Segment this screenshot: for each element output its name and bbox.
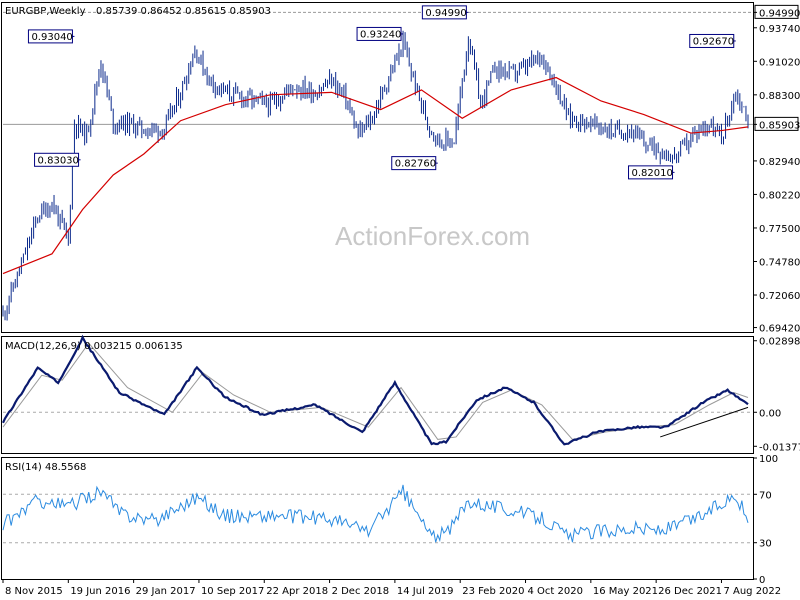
annotation-label: 0.83030 (38, 155, 79, 166)
price-tick-label: 0.77500 (759, 224, 800, 235)
price-tick-label: 0.80220 (759, 190, 800, 201)
x-tick-label: 14 Jul 2019 (397, 586, 454, 597)
macd-tick-label: -0.013779 (759, 442, 800, 453)
rsi-tick-label: 0 (759, 575, 765, 586)
annotation-label: 0.93240 (360, 29, 401, 40)
annotation-label: 0.94990 (425, 8, 466, 19)
rsi-tick-label: 100 (759, 454, 778, 465)
macd-tick-label: 0.00 (759, 408, 781, 419)
price-tick-label: 0.72060 (759, 291, 800, 302)
x-tick-label: 8 Nov 2015 (5, 586, 63, 597)
symbol-label: EURGBP,Weekly (5, 6, 86, 17)
x-tick-label: 4 Oct 2020 (528, 586, 583, 597)
annotation-label: 0.82010 (632, 168, 673, 179)
x-tick-label: 29 Jan 2017 (136, 586, 196, 597)
x-tick-label: 22 Apr 2018 (266, 586, 328, 597)
price-tick-label: 0.85903 (759, 120, 800, 131)
price-tick-label: 0.93740 (759, 24, 800, 35)
x-tick-label: 26 Dec 2021 (658, 586, 722, 597)
annotation-label: 0.92670 (693, 36, 734, 47)
macd-tick-label: 0.028988 (759, 337, 800, 348)
macd-label: MACD(12,26,9) 0.003215 0.006135 (5, 341, 183, 352)
chart-window: ActionForex.com 0.93040 0.83030 0.93240 0.8… (0, 0, 800, 600)
forex-chart: ActionForex.com 0.93040 0.83030 0.93240 0.8… (1, 2, 800, 597)
price-tick-label: 0.69420 (759, 324, 800, 335)
rsi-tick-label: 30 (759, 539, 772, 550)
rsi-panel (1, 457, 754, 580)
rsi-label: RSI(14) 48.5568 (5, 462, 86, 473)
price-tick-label: 0.91020 (759, 57, 800, 68)
price-tick-label: 0.88300 (759, 91, 800, 102)
annotation-label: 0.93040 (31, 32, 72, 43)
price-tick-label: 0.82940 (759, 157, 800, 168)
x-tick-label: 10 Sep 2017 (201, 586, 264, 597)
x-tick-label: 23 Feb 2020 (462, 586, 524, 597)
annotation-label: 0.82760 (395, 159, 436, 170)
x-tick-label: 16 May 2021 (593, 586, 658, 597)
ohlc-values: 0.85739 0.86452 0.85615 0.85903 (96, 6, 271, 17)
watermark: ActionForex.com (335, 221, 530, 251)
price-tick-label: 0.94990 (759, 8, 800, 19)
x-tick-label: 7 Aug 2022 (723, 586, 781, 597)
x-tick-label: 19 Jun 2016 (70, 586, 130, 597)
price-tick-label: 0.74780 (759, 257, 800, 268)
macd-panel (1, 336, 754, 454)
x-tick-label: 2 Dec 2018 (332, 586, 390, 597)
rsi-tick-label: 70 (759, 490, 772, 501)
